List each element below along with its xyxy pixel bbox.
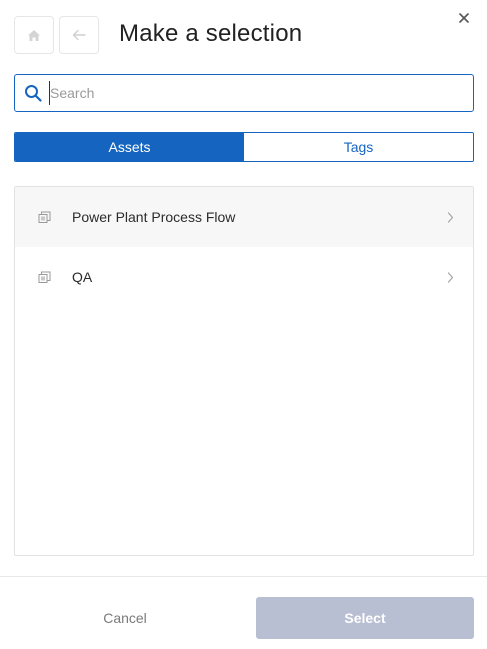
search-icon bbox=[25, 85, 42, 102]
page-title: Make a selection bbox=[119, 20, 303, 47]
chevron-right-icon bbox=[447, 212, 454, 223]
asset-list: Power Plant Process Flow QA bbox=[14, 186, 474, 556]
close-icon bbox=[459, 13, 469, 23]
list-item[interactable]: QA bbox=[15, 247, 473, 307]
close-button[interactable] bbox=[455, 9, 473, 27]
tab-tags[interactable]: Tags bbox=[244, 133, 473, 161]
footer-divider bbox=[0, 576, 487, 577]
cancel-button[interactable]: Cancel bbox=[14, 597, 236, 639]
back-button[interactable] bbox=[59, 16, 99, 54]
list-item[interactable]: Power Plant Process Flow bbox=[15, 187, 473, 247]
list-item-label: QA bbox=[72, 269, 93, 285]
arrow-left-icon bbox=[72, 29, 86, 41]
search-input[interactable] bbox=[49, 81, 459, 105]
list-item-label: Power Plant Process Flow bbox=[72, 209, 236, 225]
asset-icon bbox=[38, 271, 51, 283]
tab-assets[interactable]: Assets bbox=[15, 133, 244, 161]
home-button[interactable] bbox=[14, 16, 54, 54]
tab-bar: Assets Tags bbox=[14, 132, 474, 162]
select-button[interactable]: Select bbox=[256, 597, 474, 639]
chevron-right-icon bbox=[447, 272, 454, 283]
home-icon bbox=[28, 29, 40, 41]
search-box bbox=[14, 74, 474, 112]
asset-icon bbox=[38, 211, 51, 223]
